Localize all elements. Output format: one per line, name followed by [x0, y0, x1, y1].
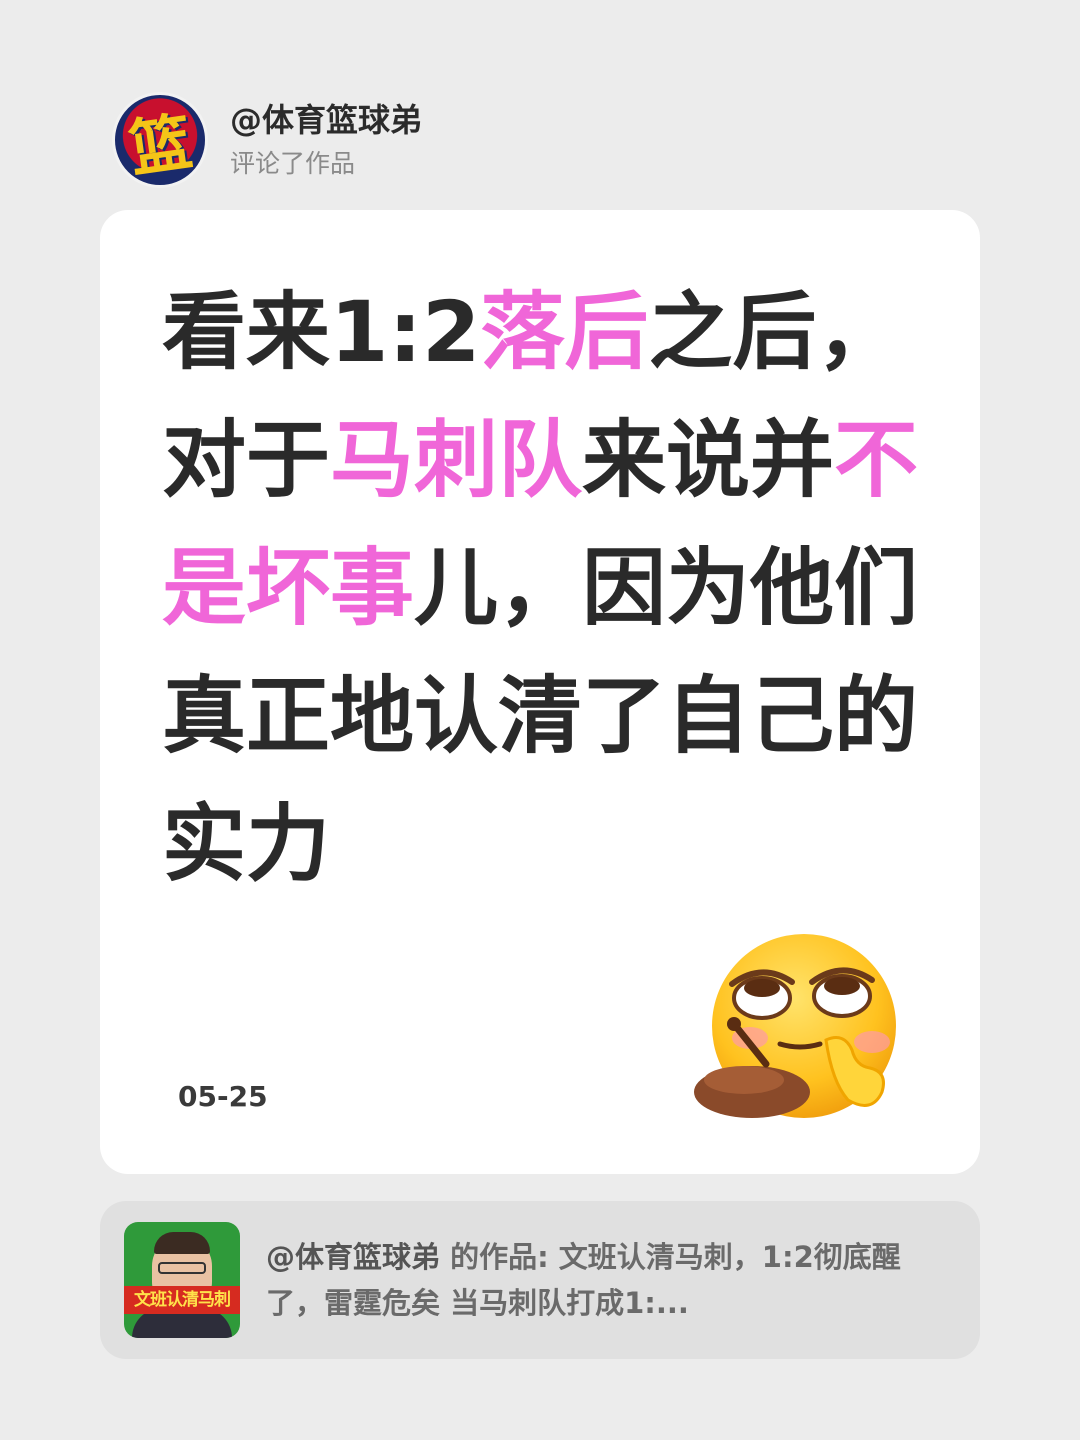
comment-date: 05-25 — [178, 1080, 268, 1113]
source-description: @体育篮球弟 的作品: 文班认清马刺，1:2彻底醒了，雷霆危矣 当马刺队打成1:… — [266, 1234, 946, 1326]
action-label: 评论了作品 — [230, 149, 356, 178]
comment-segment: 看来1:2 — [162, 283, 481, 381]
comment-segment: 来说并 — [582, 411, 835, 509]
video-thumbnail[interactable]: 文班认清马刺 — [124, 1222, 240, 1338]
comment-card: 看来1:2落后之后，对于马刺队来说并不是坏事儿，因为他们真正地认清了自己的实力 … — [100, 210, 980, 1174]
avatar-logo-glyph: 篮 — [124, 104, 197, 186]
username[interactable]: @体育篮球弟 — [230, 98, 422, 142]
comment-highlight: 马刺队 — [330, 411, 583, 509]
source-author[interactable]: @体育篮球弟 — [266, 1240, 440, 1274]
source-work-card[interactable]: 文班认清马刺 @体育篮球弟 的作品: 文班认清马刺，1:2彻底醒了，雷霆危矣 当… — [100, 1201, 980, 1359]
thumbnail-glasses — [158, 1262, 206, 1274]
header-text: @体育篮球弟 评论了作品 — [230, 98, 422, 182]
comment-text: 看来1:2落后之后，对于马刺队来说并不是坏事儿，因为他们真正地认清了自己的实力 — [162, 268, 922, 908]
comment-header: 篮 @体育篮球弟 评论了作品 — [112, 92, 422, 188]
user-avatar[interactable]: 篮 — [112, 92, 208, 188]
thumbnail-caption: 文班认清马刺 — [124, 1286, 240, 1314]
smirk-eye-roll-emoji — [694, 934, 896, 1118]
comment-highlight: 落后 — [480, 283, 649, 381]
thumbnail-hair — [154, 1232, 210, 1254]
